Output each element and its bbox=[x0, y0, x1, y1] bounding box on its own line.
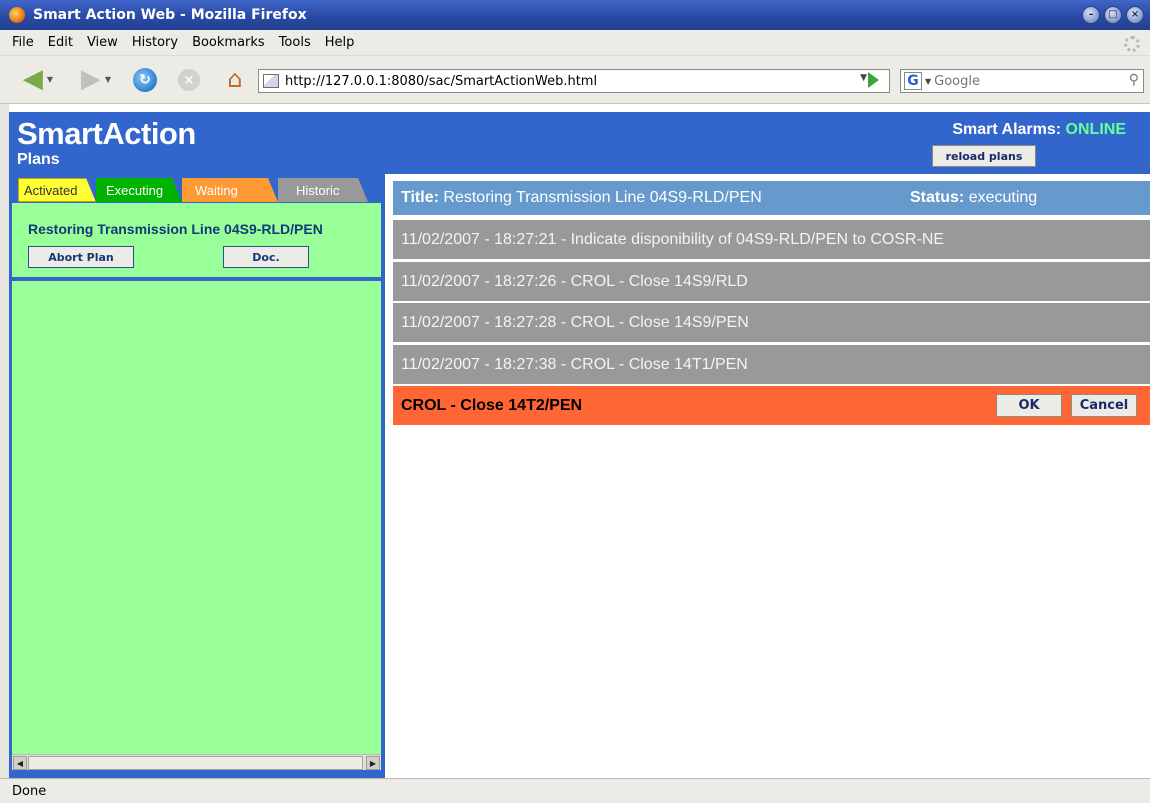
alarm-label: Smart Alarms: bbox=[952, 121, 1062, 138]
app-brand: SmartAction bbox=[17, 116, 196, 151]
menu-file[interactable]: File bbox=[0, 35, 41, 50]
tab-activated[interactable]: Activated bbox=[18, 178, 96, 202]
reload-icon[interactable]: ↻ bbox=[133, 68, 157, 92]
title-label: Title: bbox=[401, 189, 439, 206]
url-text[interactable]: http://127.0.0.1:8080/sac/SmartActionWeb… bbox=[285, 74, 597, 89]
status-value: executing bbox=[968, 189, 1038, 206]
plan-title-link[interactable]: Restoring Transmission Line 04S9-RLD/PEN bbox=[28, 221, 323, 237]
menu-edit[interactable]: Edit bbox=[41, 35, 80, 50]
engine-dropdown-icon[interactable]: ▼ bbox=[925, 77, 931, 86]
menu-tools[interactable]: Tools bbox=[272, 35, 318, 50]
back-button[interactable]: ◀ ▼ bbox=[18, 64, 58, 94]
plans-panel: Activated Executing Waiting Historic Res… bbox=[9, 174, 385, 778]
home-icon[interactable]: ⌂ bbox=[221, 65, 249, 93]
plan-header: Title: Restoring Transmission Line 04S9-… bbox=[393, 181, 1150, 215]
current-step-text: CROL - Close 14T2/PEN bbox=[401, 396, 583, 414]
doc-button[interactable]: Doc. bbox=[223, 246, 309, 268]
url-history-dropdown-icon[interactable]: ▼ bbox=[860, 73, 867, 83]
url-bar[interactable]: http://127.0.0.1:8080/sac/SmartActionWeb… bbox=[258, 69, 890, 93]
navigation-toolbar: ◀ ▼ ▶ ▼ ↻ × ⌂ http://127.0.0.1:8080/sac/Sm… bbox=[0, 56, 1150, 104]
forward-arrow-icon: ▶ bbox=[80, 64, 101, 94]
cancel-button[interactable]: Cancel bbox=[1071, 394, 1137, 417]
tab-waiting[interactable]: Waiting bbox=[182, 178, 278, 202]
dropdown-arrow-icon[interactable]: ▼ bbox=[47, 75, 53, 84]
search-bar[interactable]: G ▼ ⚲ bbox=[900, 69, 1144, 93]
firefox-icon bbox=[9, 7, 25, 23]
plan-status: Status: executing bbox=[910, 189, 1037, 207]
menu-bookmarks[interactable]: Bookmarks bbox=[185, 35, 272, 50]
menu-view[interactable]: View bbox=[80, 35, 125, 50]
minimize-icon[interactable]: – bbox=[1082, 6, 1100, 24]
completed-step: 11/02/2007 - 18:27:38 - CROL - Close 14T… bbox=[393, 345, 1150, 384]
abort-plan-button[interactable]: Abort Plan bbox=[28, 246, 134, 268]
page-title: Plans bbox=[17, 151, 60, 168]
search-icon[interactable]: ⚲ bbox=[1129, 72, 1139, 88]
status-label: Status: bbox=[910, 189, 965, 206]
back-arrow-icon: ◀ bbox=[22, 64, 43, 94]
alarm-status-value: ONLINE bbox=[1065, 121, 1126, 138]
title-value: Restoring Transmission Line 04S9-RLD/PEN bbox=[443, 189, 762, 206]
page-favicon-icon bbox=[263, 74, 279, 88]
menu-history[interactable]: History bbox=[125, 35, 185, 50]
completed-step: 11/02/2007 - 18:27:21 - Indicate disponi… bbox=[393, 220, 1150, 259]
menubar: File Edit View History Bookmarks Tools H… bbox=[0, 30, 1150, 56]
plan-list-item: Restoring Transmission Line 04S9-RLD/PEN… bbox=[12, 203, 381, 277]
horizontal-scrollbar[interactable]: ◀ ▶ bbox=[12, 754, 381, 770]
go-icon[interactable] bbox=[868, 72, 879, 88]
tab-executing[interactable]: Executing bbox=[96, 178, 182, 202]
current-step: CROL - Close 14T2/PEN OK Cancel bbox=[393, 386, 1150, 425]
window-controls: – □ × bbox=[1082, 6, 1144, 24]
stop-icon[interactable]: × bbox=[178, 69, 200, 91]
window-left-edge bbox=[0, 104, 9, 778]
reload-plans-button[interactable]: reload plans bbox=[932, 145, 1036, 167]
scroll-left-icon[interactable]: ◀ bbox=[13, 756, 27, 770]
alarm-status: Smart Alarms: ONLINE bbox=[952, 121, 1126, 139]
status-text: Done bbox=[12, 783, 47, 799]
status-bar: Done bbox=[0, 778, 1150, 803]
dropdown-arrow-icon[interactable]: ▼ bbox=[105, 75, 111, 84]
app-header: SmartAction Plans Smart Alarms: ONLINE r… bbox=[9, 112, 1150, 174]
throbber-icon bbox=[1124, 36, 1140, 52]
plans-empty-area bbox=[12, 281, 381, 754]
google-engine-icon[interactable]: G bbox=[904, 72, 922, 90]
menu-help[interactable]: Help bbox=[318, 35, 362, 50]
plan-tabs: Activated Executing Waiting Historic bbox=[18, 178, 368, 202]
scroll-right-icon[interactable]: ▶ bbox=[366, 756, 380, 770]
completed-step: 11/02/2007 - 18:27:28 - CROL - Close 14S… bbox=[393, 303, 1150, 342]
maximize-icon[interactable]: □ bbox=[1104, 6, 1122, 24]
window-title: Smart Action Web - Mozilla Firefox bbox=[33, 7, 307, 23]
tab-historic[interactable]: Historic bbox=[278, 178, 368, 202]
plan-title: Title: Restoring Transmission Line 04S9-… bbox=[401, 189, 762, 207]
search-input[interactable] bbox=[934, 71, 1105, 91]
close-icon[interactable]: × bbox=[1126, 6, 1144, 24]
forward-button[interactable]: ▶ ▼ bbox=[76, 64, 116, 94]
ok-button[interactable]: OK bbox=[996, 394, 1062, 417]
scrollbar-thumb[interactable] bbox=[28, 756, 363, 770]
window-titlebar: Smart Action Web - Mozilla Firefox – □ × bbox=[0, 0, 1150, 30]
completed-step: 11/02/2007 - 18:27:26 - CROL - Close 14S… bbox=[393, 262, 1150, 301]
